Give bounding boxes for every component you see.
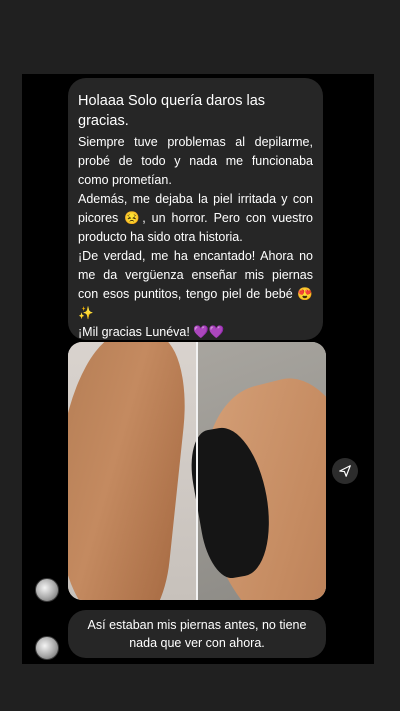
message-body: Siempre tuve problemas al depilarme, pro…: [78, 135, 313, 339]
photo-divider: [196, 342, 198, 600]
message-bubble-before[interactable]: Así estaban mis piernas antes, no tiene …: [68, 610, 326, 658]
paper-plane-glyph: [339, 465, 351, 477]
message-bubble-thanks[interactable]: Holaaa Solo quería daros las gracias. Si…: [68, 78, 323, 340]
send-icon[interactable]: [332, 458, 358, 484]
message-text: Así estaban mis piernas antes, no tiene …: [87, 618, 307, 650]
photo-left-panel: [68, 342, 197, 600]
message-first-line: Holaaa Solo quería daros las gracias.: [78, 93, 266, 129]
avatar-icon[interactable]: [35, 636, 59, 660]
avatar-icon[interactable]: [35, 578, 59, 602]
photo-right-panel: [177, 342, 326, 600]
before-after-photo[interactable]: [68, 342, 326, 600]
leg-before-image: [68, 342, 193, 600]
